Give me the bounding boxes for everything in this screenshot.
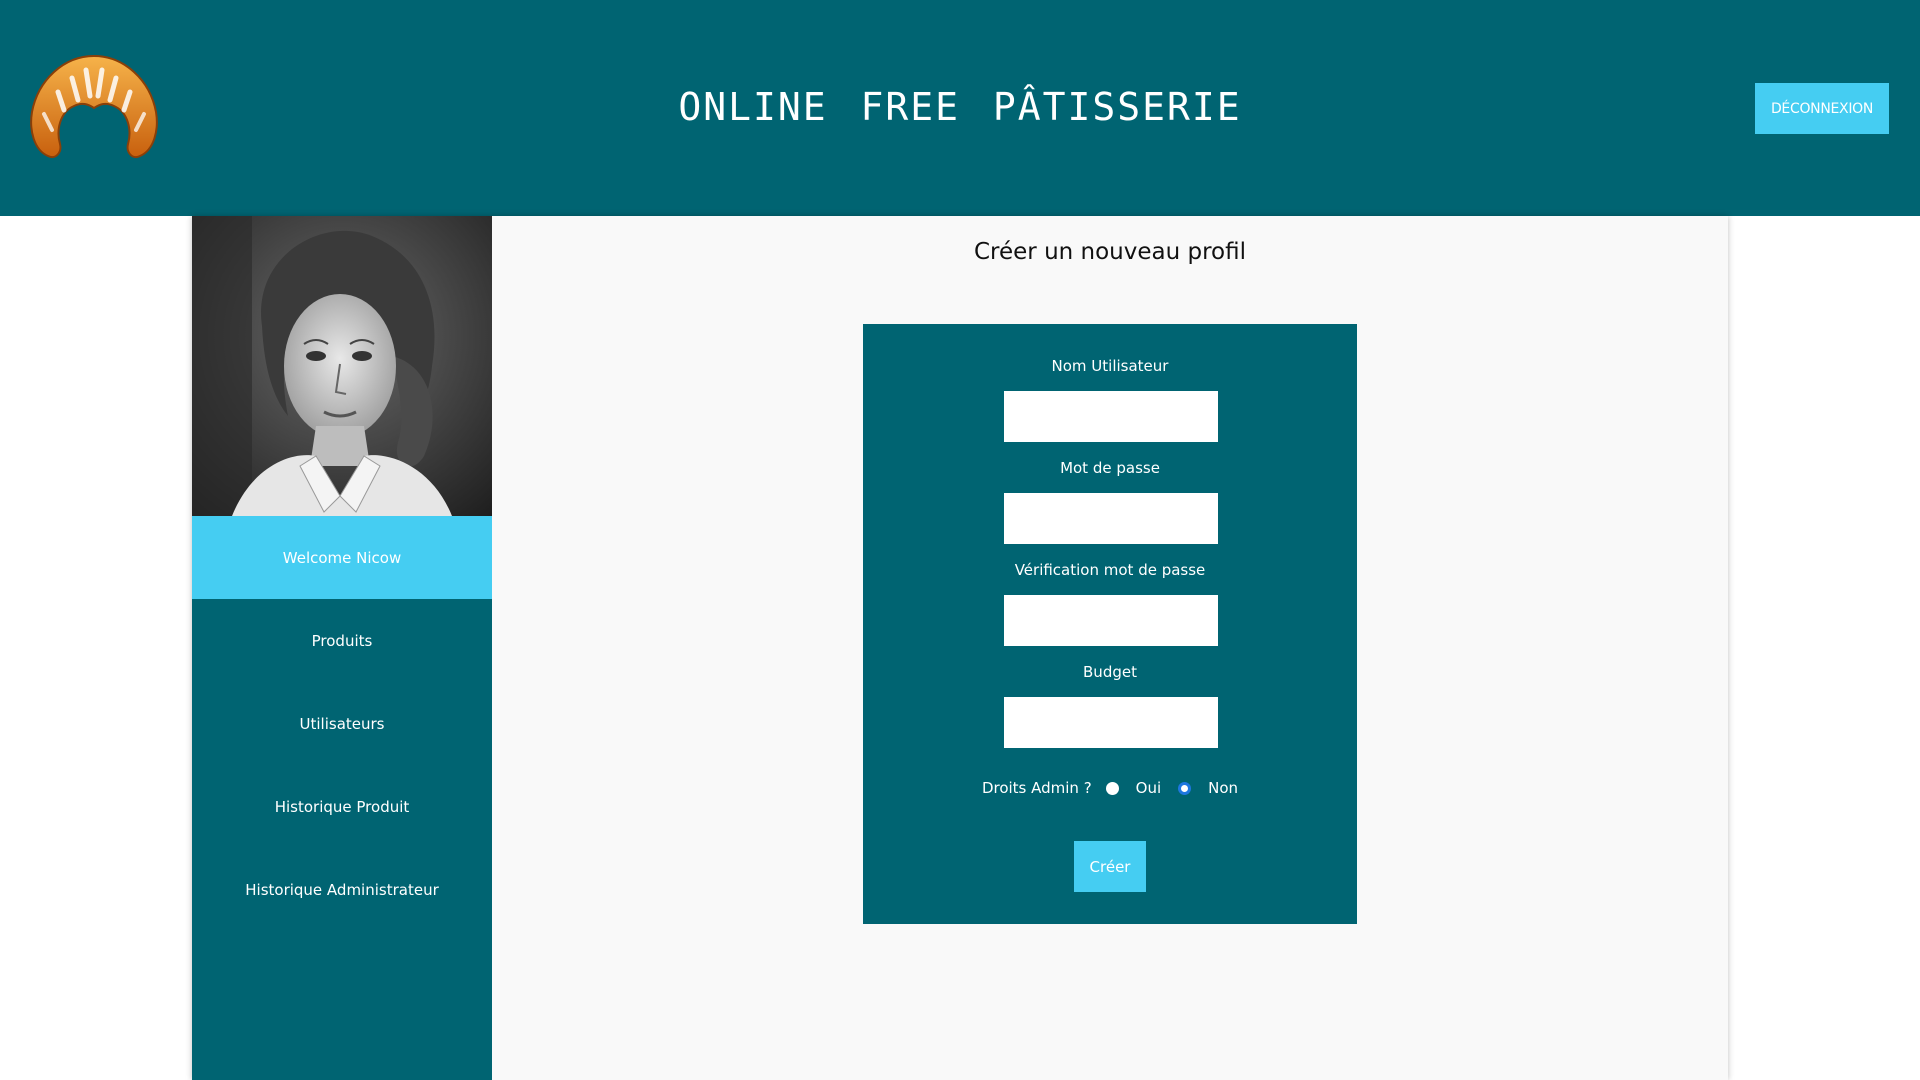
username-input[interactable]	[1004, 391, 1218, 442]
budget-input[interactable]	[1004, 697, 1218, 748]
password-confirm-input[interactable]	[1004, 595, 1218, 646]
password-label: Mot de passe	[1060, 459, 1160, 477]
password-confirm-label: Vérification mot de passe	[1014, 561, 1206, 579]
sidebar-item-produits[interactable]: Produits	[192, 599, 492, 682]
create-button[interactable]: Créer	[1074, 841, 1146, 892]
sidebar: Welcome Nicow Produits Utilisateurs Hist…	[192, 216, 492, 1080]
username-label: Nom Utilisateur	[1051, 357, 1169, 375]
welcome-banner: Welcome Nicow	[192, 516, 492, 599]
create-profile-form: Nom Utilisateur Mot de passe Vérificatio…	[863, 324, 1357, 924]
content-frame: Welcome Nicow Produits Utilisateurs Hist…	[192, 216, 1728, 1080]
password-input[interactable]	[1004, 493, 1218, 544]
page-title: Créer un nouveau profil	[973, 239, 1246, 265]
admin-rights-label: Droits Admin ?	[981, 779, 1092, 797]
admin-rights-row: Droits Admin ? Oui Non	[863, 776, 1357, 800]
sidebar-item-historique-produit[interactable]: Historique Produit	[192, 765, 492, 848]
logout-button[interactable]: DÉCONNEXION	[1755, 83, 1889, 134]
site-title: ONLINE FREE PÂTISSERIE	[678, 85, 1242, 129]
admin-no-label: Non	[1208, 779, 1239, 797]
admin-no-radio[interactable]	[1178, 781, 1192, 795]
admin-yes-label: Oui	[1135, 779, 1162, 797]
site-header: ONLINE FREE PÂTISSERIE DÉCONNEXION	[0, 0, 1920, 216]
admin-yes-radio[interactable]	[1105, 781, 1119, 795]
sidebar-item-utilisateurs[interactable]: Utilisateurs	[192, 682, 492, 765]
user-portrait	[192, 216, 492, 516]
sidebar-item-historique-administrateur[interactable]: Historique Administrateur	[192, 848, 492, 931]
budget-label: Budget	[1083, 663, 1137, 681]
